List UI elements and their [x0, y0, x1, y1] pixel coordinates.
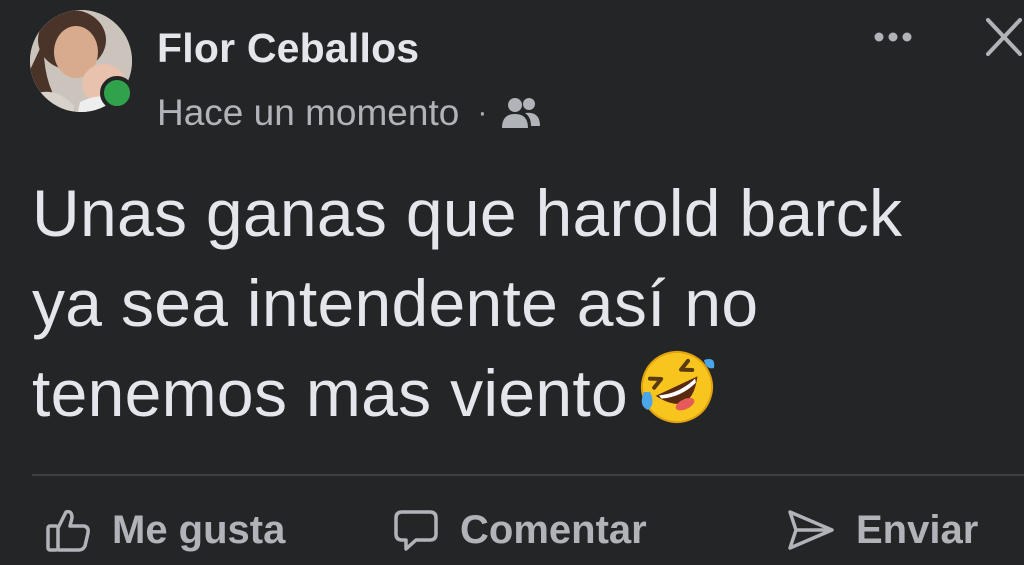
post-text-line: Unas ganas que harold barck [32, 176, 903, 250]
post-timestamp[interactable]: Hace un momento [157, 92, 459, 134]
meta-separator: · [477, 96, 488, 129]
like-label: Me gusta [112, 507, 286, 552]
post-text-line: tenemos mas viento [32, 356, 629, 430]
online-status-dot [100, 76, 134, 110]
post-text-line-last: tenemos mas viento [32, 348, 1017, 448]
post-text-line: ya sea intendente así no [32, 266, 759, 340]
comment-label: Comentar [460, 507, 647, 552]
post-text: Unas ganas que harold barck ya sea inten… [32, 168, 1017, 448]
comment-bubble-icon [394, 510, 438, 551]
friends-icon[interactable] [501, 96, 541, 130]
post-card: Flor Ceballos Hace un momento · Unas gan… [0, 0, 1024, 565]
author-name[interactable]: Flor Ceballos [157, 25, 419, 72]
thumbs-up-icon [46, 509, 90, 552]
post-meta: Hace un momento · [157, 92, 541, 134]
send-label: Enviar [856, 507, 979, 552]
close-icon[interactable] [982, 14, 1024, 60]
send-button[interactable]: Enviar [786, 500, 978, 560]
more-options-icon[interactable] [868, 22, 924, 52]
author-avatar[interactable] [30, 10, 134, 112]
comment-button[interactable]: Comentar [392, 500, 647, 560]
like-button[interactable]: Me gusta [44, 500, 285, 560]
actions-divider [32, 474, 1024, 476]
send-arrow-icon [788, 510, 834, 550]
rolling-laughing-emoji-icon [638, 348, 716, 448]
